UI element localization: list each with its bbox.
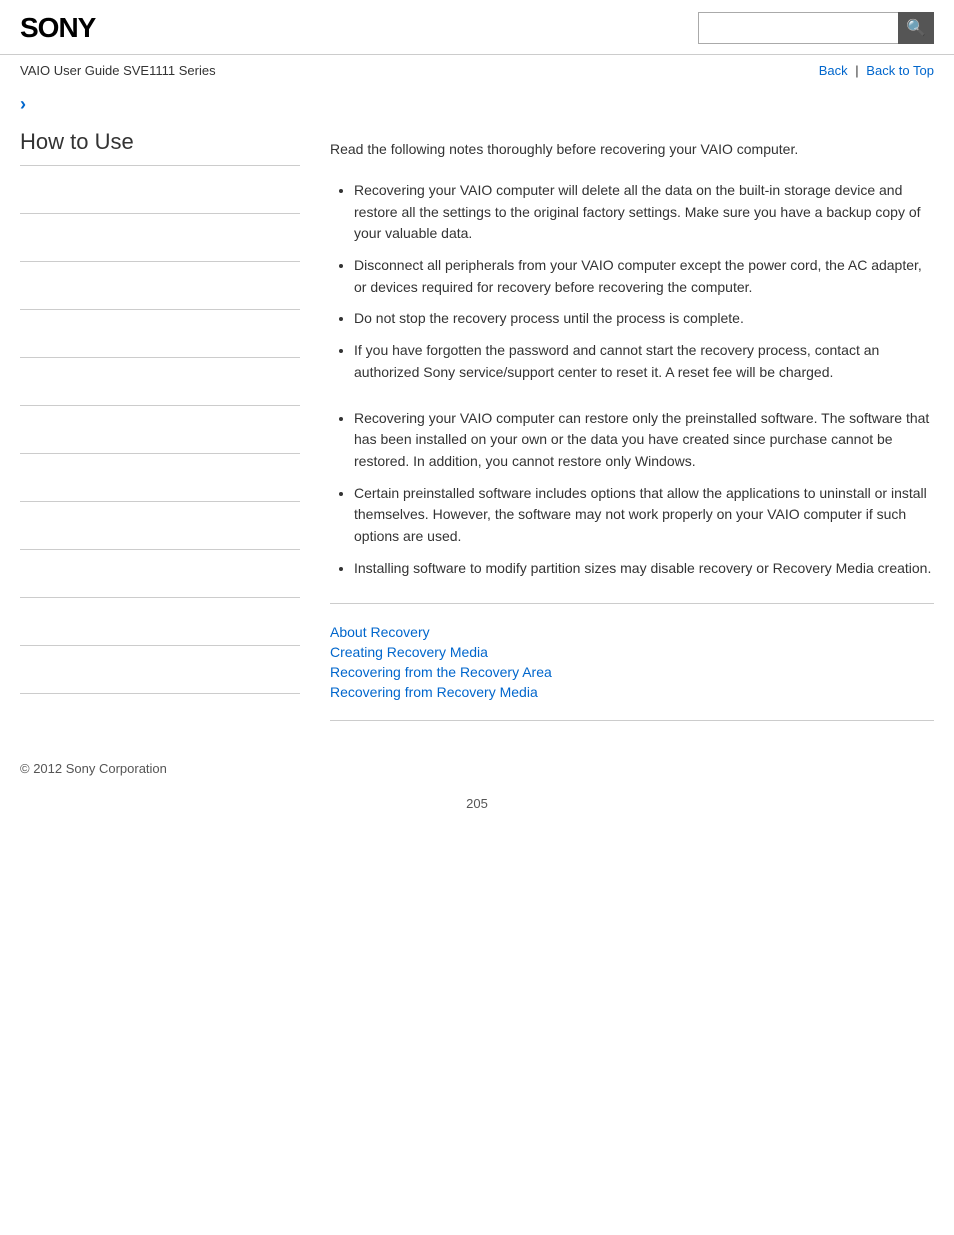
link-recovering-from-recovery-area[interactable]: Recovering from the Recovery Area [330, 664, 934, 680]
sidebar-divider-0 [20, 165, 300, 166]
bullet-list-2: Recovering your VAIO computer can restor… [330, 408, 934, 580]
list-item: Certain preinstalled software includes o… [354, 483, 934, 548]
sidebar-title: How to Use [20, 129, 300, 155]
sidebar-divider-4 [20, 357, 300, 358]
link-about-recovery[interactable]: About Recovery [330, 624, 934, 640]
link-creating-recovery-media[interactable]: Creating Recovery Media [330, 644, 934, 660]
back-link[interactable]: Back [819, 63, 848, 78]
sub-header: VAIO User Guide SVE1111 Series Back | Ba… [0, 55, 954, 86]
sidebar-item-9 [20, 560, 300, 587]
sidebar-item-1 [20, 176, 300, 203]
list-item: Installing software to modify partition … [354, 558, 934, 580]
copyright-text: © 2012 Sony Corporation [20, 761, 167, 776]
content-area: Read the following notes thoroughly befo… [320, 119, 934, 741]
sidebar-item-2 [20, 224, 300, 251]
sidebar-divider-11 [20, 693, 300, 694]
sidebar-item-6 [20, 416, 300, 443]
sidebar-item-4 [20, 320, 300, 347]
content-divider-top [330, 603, 934, 604]
sidebar-item-10 [20, 608, 300, 635]
list-item: Recovering your VAIO computer will delet… [354, 180, 934, 245]
sidebar-item-8 [20, 512, 300, 539]
list-item: Do not stop the recovery process until t… [354, 308, 934, 330]
list-item: Disconnect all peripherals from your VAI… [354, 255, 934, 298]
content-section-1: Recovering your VAIO computer will delet… [330, 180, 934, 384]
list-item: Recovering your VAIO computer can restor… [354, 408, 934, 473]
content-section-2: Recovering your VAIO computer can restor… [330, 408, 934, 580]
links-section: About Recovery Creating Recovery Media R… [330, 624, 934, 700]
back-to-top-link[interactable]: Back to Top [866, 63, 934, 78]
search-area: 🔍 [698, 12, 934, 44]
sidebar-divider-10 [20, 645, 300, 646]
sidebar-divider-7 [20, 501, 300, 502]
guide-title: VAIO User Guide SVE1111 Series [20, 63, 216, 78]
search-input[interactable] [698, 12, 898, 44]
sidebar-divider-1 [20, 213, 300, 214]
sidebar: How to Use [20, 119, 320, 741]
main-container: How to Use Read the following notes thor… [0, 119, 954, 741]
page-header: SONY 🔍 [0, 0, 954, 55]
search-button[interactable]: 🔍 [898, 12, 934, 44]
list-item: If you have forgotten the password and c… [354, 340, 934, 383]
nav-links: Back | Back to Top [819, 63, 934, 78]
nav-separator: | [855, 63, 858, 78]
sony-logo: SONY [20, 12, 95, 44]
bullet-list-1: Recovering your VAIO computer will delet… [330, 180, 934, 384]
page-footer: © 2012 Sony Corporation [0, 741, 954, 786]
sidebar-divider-3 [20, 309, 300, 310]
breadcrumb: › [0, 86, 954, 119]
sidebar-divider-5 [20, 405, 300, 406]
content-divider-bottom [330, 720, 934, 721]
breadcrumb-arrow: › [20, 94, 26, 114]
sidebar-item-7 [20, 464, 300, 491]
sidebar-divider-9 [20, 597, 300, 598]
sidebar-divider-6 [20, 453, 300, 454]
page-number: 205 [0, 786, 954, 831]
sidebar-item-5 [20, 368, 300, 395]
sidebar-divider-8 [20, 549, 300, 550]
search-icon: 🔍 [906, 18, 926, 38]
link-recovering-from-recovery-media[interactable]: Recovering from Recovery Media [330, 684, 934, 700]
content-intro: Read the following notes thoroughly befo… [330, 139, 934, 160]
sidebar-item-3 [20, 272, 300, 299]
sidebar-item-11 [20, 656, 300, 683]
sidebar-divider-2 [20, 261, 300, 262]
